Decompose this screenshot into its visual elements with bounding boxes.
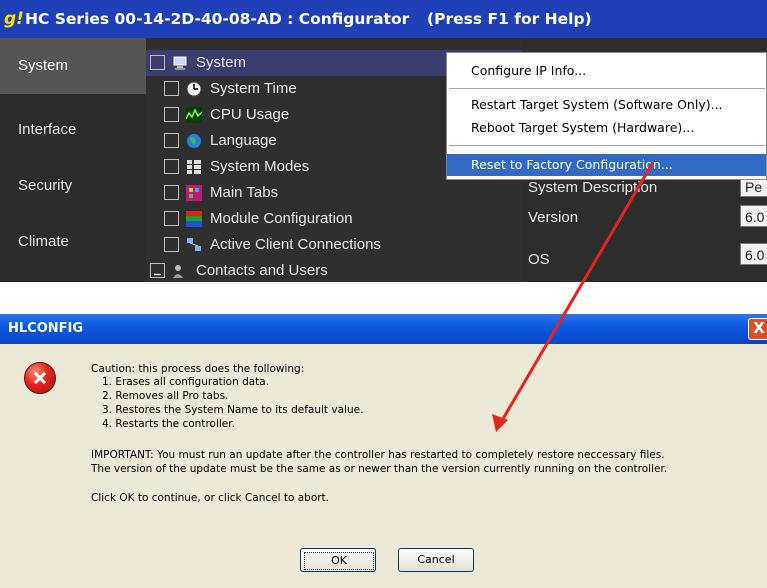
tree-checkbox[interactable]: [164, 211, 179, 226]
property-label-system-description: System Description: [528, 179, 658, 196]
tree-label: Language: [210, 132, 277, 149]
error-icon: [24, 362, 56, 394]
close-button[interactable]: X: [748, 318, 767, 340]
tree-label: Contacts and Users: [196, 262, 328, 279]
configurator-window: g! HC Series 00-14-2D-40-08-AD : Configu…: [0, 0, 767, 282]
tree-row-main-tabs[interactable]: Main Tabs: [146, 180, 522, 206]
tree-label: Main Tabs: [210, 184, 279, 201]
left-nav: System Interface Security Climate: [0, 38, 146, 282]
step-3: 3. Restores the System Name to its defau…: [102, 404, 364, 416]
tree-row-active-client-connections[interactable]: Active Client Connections: [146, 232, 522, 258]
menu-item-reset-factory[interactable]: Reset to Factory Configuration...: [447, 154, 766, 176]
window-title: HC Series 00-14-2D-40-08-AD : Configurat…: [25, 10, 410, 28]
modes-icon: [186, 159, 202, 175]
globe-icon: [186, 133, 202, 149]
tree-checkbox[interactable]: [164, 107, 179, 122]
computer-icon: [172, 55, 188, 71]
menu-item-reboot-hardware[interactable]: Reboot Target System (Hardware)...: [447, 117, 766, 139]
cpu-graph-icon: [185, 107, 203, 123]
important-text-1: IMPORTANT: You must run an update after …: [91, 449, 665, 461]
cancel-button[interactable]: Cancel: [398, 548, 474, 572]
configurator-title-bar: g! HC Series 00-14-2D-40-08-AD : Configu…: [0, 0, 767, 38]
tree-label: CPU Usage: [210, 106, 290, 123]
users-icon: [172, 263, 188, 279]
tree-checkbox[interactable]: [150, 55, 165, 70]
instruction-text: Click OK to continue, or click Cancel to…: [91, 492, 330, 504]
step-2: 2. Removes all Pro tabs.: [102, 390, 229, 402]
property-label-version: Version: [528, 209, 579, 226]
tree-label: Module Configuration: [210, 210, 353, 227]
collapse-toggle[interactable]: [150, 263, 165, 278]
property-label-os: OS: [528, 251, 550, 268]
ok-button[interactable]: OK: [300, 548, 376, 572]
os-field[interactable]: 6.0: [740, 243, 767, 265]
tree-row-module-configuration[interactable]: Module Configuration: [146, 206, 522, 232]
nav-item-interface[interactable]: Interface: [0, 102, 146, 158]
step-4: 4. Restarts the controller.: [102, 418, 235, 430]
tree-checkbox[interactable]: [164, 237, 179, 252]
tree-label: System Time: [210, 80, 297, 97]
version-field[interactable]: 6.0: [740, 205, 767, 227]
close-icon: X: [753, 319, 765, 337]
nav-item-system[interactable]: System: [0, 38, 146, 94]
dialog-title: HLCONFIG: [8, 321, 84, 336]
ok-button-label: OK: [304, 552, 374, 570]
menu-separator: [449, 88, 765, 89]
help-hint: (Press F1 for Help): [427, 10, 592, 28]
step-1: 1. Erases all configuration data.: [102, 376, 270, 388]
module-icon: [186, 211, 202, 227]
nav-item-climate[interactable]: Climate: [0, 214, 146, 270]
tree-label: System: [196, 54, 247, 71]
important-text-2: The version of the update must be the sa…: [91, 463, 668, 475]
menu-item-restart-software[interactable]: Restart Target System (Software Only)...: [447, 94, 766, 116]
tree-label: System Modes: [210, 158, 310, 175]
app-logo: g!: [4, 9, 24, 29]
network-icon: [186, 237, 202, 253]
clock-icon: [186, 81, 202, 97]
tabs-icon: [186, 185, 202, 201]
tree-label: Active Client Connections: [210, 236, 381, 253]
hlconfig-dialog: HLCONFIG X Caution: this process does th…: [0, 314, 767, 588]
caution-text: Caution: this process does the following…: [91, 363, 305, 375]
tree-checkbox[interactable]: [164, 133, 179, 148]
nav-item-security[interactable]: Security: [0, 158, 146, 214]
menu-item-configure-ip[interactable]: Configure IP Info...: [447, 60, 766, 82]
context-menu: Configure IP Info... Restart Target Syst…: [446, 52, 767, 180]
tree-checkbox[interactable]: [164, 185, 179, 200]
dialog-title-bar: HLCONFIG: [0, 314, 767, 344]
tree-checkbox[interactable]: [164, 159, 179, 174]
menu-separator: [449, 145, 765, 146]
tree-row-contacts-and-users[interactable]: Contacts and Users: [146, 258, 522, 282]
tree-checkbox[interactable]: [164, 81, 179, 96]
